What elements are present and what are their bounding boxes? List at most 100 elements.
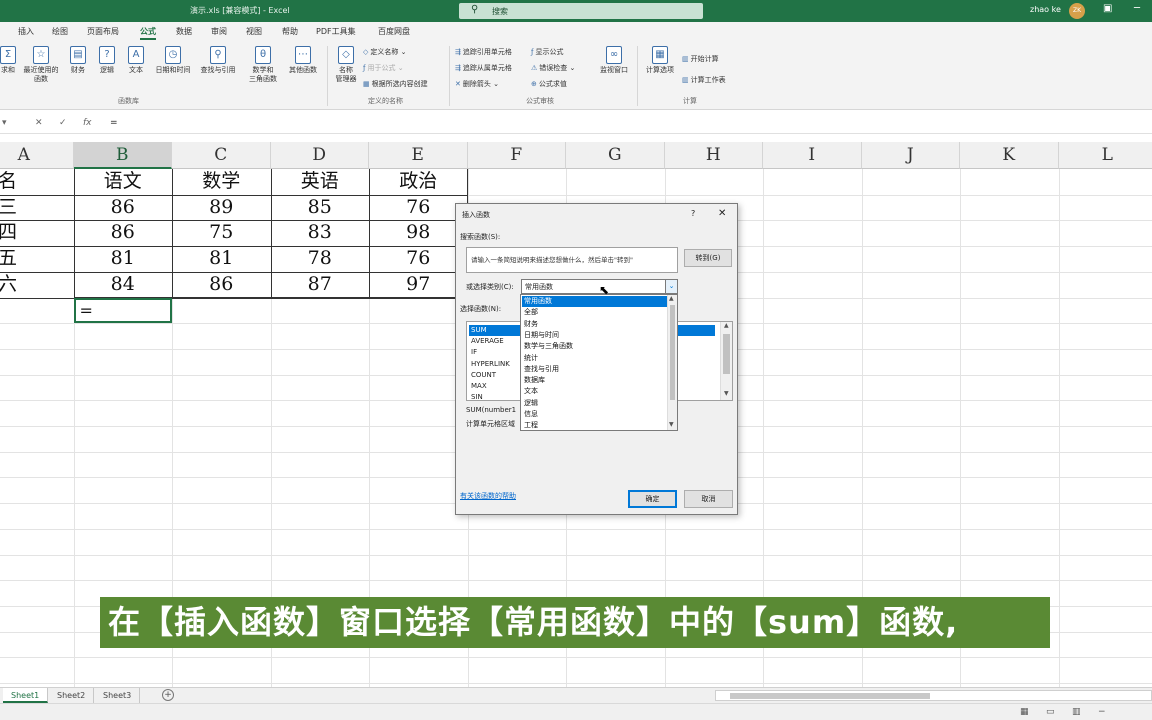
calculate-now-button[interactable]: ▥ 开始计算: [682, 54, 719, 64]
column-header-d[interactable]: D: [270, 142, 369, 169]
cancel-button[interactable]: 取消: [684, 490, 733, 508]
column-header-f[interactable]: F: [467, 142, 566, 169]
category-option[interactable]: 财务: [522, 319, 667, 330]
more-functions-button[interactable]: ⋯ 其他函数: [285, 46, 321, 75]
sheet-tab-sheet1[interactable]: Sheet1: [3, 688, 49, 703]
autosum-button[interactable]: Σ 求和: [0, 46, 20, 75]
insert-function-icon[interactable]: fx: [83, 118, 92, 128]
category-option[interactable]: 文本: [522, 386, 667, 397]
active-cell[interactable]: =: [73, 297, 172, 323]
lookup-reference-button[interactable]: ⚲ 查找与引用: [197, 46, 239, 75]
name-box-dropdown-icon[interactable]: ▾: [2, 118, 7, 128]
evaluate-formula-button[interactable]: ⊕ 公式求值: [531, 79, 567, 89]
date-time-button[interactable]: ◷ 日期和时间: [152, 46, 194, 75]
financial-button[interactable]: ▤ 财务: [66, 46, 90, 75]
column-header-k[interactable]: K: [960, 142, 1059, 169]
category-option[interactable]: 全部: [522, 307, 667, 318]
horizontal-scrollbar[interactable]: [715, 690, 1152, 701]
ribbon-display-icon[interactable]: ▣: [1103, 3, 1112, 14]
name-manager-button[interactable]: ◇ 名称 管理器: [332, 46, 360, 84]
tab-pdf-tools[interactable]: PDF工具集: [316, 26, 356, 37]
category-option[interactable]: 数据库: [522, 375, 667, 386]
ok-button[interactable]: 确定: [628, 490, 677, 508]
search-box[interactable]: ⚲ 搜索: [459, 3, 703, 19]
add-sheet-icon[interactable]: +: [162, 689, 174, 701]
category-option[interactable]: 统计: [522, 353, 667, 364]
category-dropdown-list[interactable]: 常用函数 全部 财务 日期与时间 数学与三角函数 统计 查找与引用 数据库 文本 逻辑 信息 工程 ▲…: [520, 294, 678, 431]
column-header-h[interactable]: H: [664, 142, 763, 169]
function-help-link[interactable]: 有关该函数的帮助: [460, 491, 516, 501]
table-cell[interactable]: 马六: [0, 272, 74, 297]
tab-formulas[interactable]: 公式: [140, 26, 156, 40]
column-header-e[interactable]: E: [369, 142, 468, 169]
table-cell[interactable]: 张三: [0, 195, 74, 220]
goto-button[interactable]: 转到(G): [684, 249, 732, 267]
remove-arrows-button[interactable]: ✕ 删除箭头 ⌄: [455, 79, 499, 89]
error-checking-button[interactable]: ⚠ 错误检查 ⌄: [531, 63, 575, 73]
sheet-tab-sheet2[interactable]: Sheet2: [49, 688, 95, 703]
trace-dependents-button[interactable]: ⇶ 追踪从属单元格: [455, 63, 512, 73]
table-cell[interactable]: 李四: [0, 220, 74, 245]
use-in-formula-button[interactable]: ƒ 用于公式 ⌄: [363, 63, 404, 73]
watch-window-button[interactable]: ∞ 监视窗口: [596, 46, 632, 75]
column-header-g[interactable]: G: [566, 142, 665, 169]
function-list-scrollbar[interactable]: ▲ ▼: [720, 322, 732, 400]
column-header-j[interactable]: J: [861, 142, 960, 169]
user-name[interactable]: zhao ke: [1030, 5, 1061, 14]
column-header-a[interactable]: A: [0, 142, 74, 169]
page-break-view-icon[interactable]: ▥: [1072, 707, 1081, 717]
logical-button[interactable]: ? 逻辑: [95, 46, 119, 75]
normal-view-icon[interactable]: ▦: [1020, 707, 1029, 717]
category-option[interactable]: 信息: [522, 409, 667, 420]
column-header-b[interactable]: B: [73, 142, 172, 169]
dropdown-scroll-thumb[interactable]: [670, 305, 675, 400]
category-option[interactable]: 常用函数: [522, 296, 667, 307]
show-formulas-button[interactable]: ƒ 显示公式: [531, 47, 563, 57]
math-trig-button[interactable]: θ 数学和 三角函数: [242, 46, 284, 84]
table-header-cell[interactable]: 姓名: [0, 169, 74, 194]
avatar[interactable]: ZK: [1069, 3, 1085, 19]
define-name-button[interactable]: ◇ 定义名称 ⌄: [363, 47, 406, 57]
category-option[interactable]: 工程: [522, 420, 667, 431]
tab-data[interactable]: 数据: [176, 26, 192, 37]
search-function-input[interactable]: 请输入一条简短说明来描述您想做什么，然后单击"转到": [466, 247, 678, 273]
column-header-l[interactable]: L: [1058, 142, 1152, 169]
chevron-down-icon[interactable]: ⌄: [665, 280, 677, 293]
category-option[interactable]: 数学与三角函数: [522, 341, 667, 352]
column-header-c[interactable]: C: [172, 142, 271, 169]
tab-review[interactable]: 审阅: [211, 26, 227, 37]
formula-input[interactable]: =: [110, 118, 118, 128]
minimize-icon[interactable]: ─: [1134, 3, 1140, 14]
sheet-tab-sheet3[interactable]: Sheet3: [95, 688, 141, 703]
recently-used-button[interactable]: ☆ 最近使用的 函数: [20, 46, 62, 84]
zoom-out-icon[interactable]: −: [1098, 707, 1106, 717]
scroll-down-icon[interactable]: ▼: [669, 421, 674, 428]
scroll-up-icon[interactable]: ▲: [669, 295, 674, 302]
column-header-i[interactable]: I: [763, 142, 862, 169]
tab-help[interactable]: 帮助: [282, 26, 298, 37]
category-option[interactable]: 查找与引用: [522, 364, 667, 375]
calculation-options-button[interactable]: ▦ 计算选项: [642, 46, 678, 75]
horizontal-scroll-thumb[interactable]: [730, 693, 930, 699]
text-button[interactable]: A 文本: [124, 46, 148, 75]
scroll-up-icon[interactable]: ▲: [724, 322, 729, 329]
tab-view[interactable]: 视图: [246, 26, 262, 37]
dialog-close-icon[interactable]: ✕: [718, 208, 726, 219]
trace-precedents-button[interactable]: ⇶ 追踪引用单元格: [455, 47, 512, 57]
function-list-scroll-thumb[interactable]: [723, 334, 730, 374]
page-layout-view-icon[interactable]: ▭: [1046, 707, 1055, 717]
dropdown-scrollbar[interactable]: ▲ ▼: [667, 295, 677, 430]
tab-insert[interactable]: 插入: [18, 26, 34, 37]
scroll-down-icon[interactable]: ▼: [724, 390, 729, 397]
table-cell[interactable]: 王五: [0, 246, 74, 271]
enter-icon[interactable]: ✓: [59, 118, 67, 128]
create-from-selection-button[interactable]: ▦ 根据所选内容创建: [363, 79, 428, 89]
tab-draw[interactable]: 绘图: [52, 26, 68, 37]
category-option[interactable]: 逻辑: [522, 398, 667, 409]
tab-page-layout[interactable]: 页面布局: [87, 26, 119, 37]
dialog-help-icon[interactable]: ?: [691, 209, 695, 218]
calculate-sheet-button[interactable]: ▥ 计算工作表: [682, 75, 726, 85]
tab-baidu-netdisk[interactable]: 百度网盘: [378, 26, 410, 37]
cancel-icon[interactable]: ✕: [35, 118, 43, 128]
category-option[interactable]: 日期与时间: [522, 330, 667, 341]
